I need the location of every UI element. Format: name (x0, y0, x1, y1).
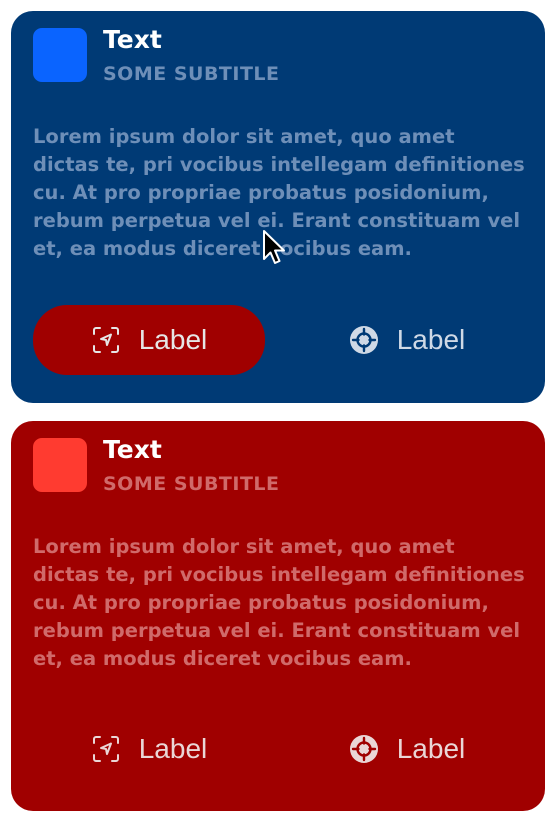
location-scan-icon (92, 736, 119, 762)
secondary-button-label: Label (396, 324, 466, 355)
secondary-button[interactable]: Label (291, 714, 523, 784)
primary-button[interactable]: Label (33, 305, 265, 375)
primary-button-label: Label (138, 324, 208, 355)
primary-button[interactable]: Label (33, 714, 265, 784)
primary-button-label: Label (138, 733, 208, 764)
card-header: Text SOME SUBTITLE (33, 25, 513, 85)
avatar (33, 438, 87, 492)
avatar (33, 28, 87, 82)
card-title: Text (103, 435, 162, 464)
location-scan-icon (92, 327, 119, 353)
crosshair-circle-icon (349, 326, 378, 354)
card-title: Text (103, 25, 162, 54)
crosshair-circle-icon (349, 735, 378, 763)
secondary-button-label: Label (396, 733, 466, 764)
card-header: Text SOME SUBTITLE (33, 435, 513, 495)
card-blue: Text SOME SUBTITLE Lorem ipsum dolor sit… (11, 11, 545, 403)
mouse-pointer-icon (263, 230, 285, 264)
card-subtitle: SOME SUBTITLE (103, 63, 280, 85)
card-subtitle: SOME SUBTITLE (103, 473, 280, 495)
card-red: Text SOME SUBTITLE Lorem ipsum dolor sit… (11, 421, 545, 811)
card-body-text: Lorem ipsum dolor sit amet, quo amet dic… (33, 535, 525, 670)
secondary-button[interactable]: Label (291, 305, 523, 375)
